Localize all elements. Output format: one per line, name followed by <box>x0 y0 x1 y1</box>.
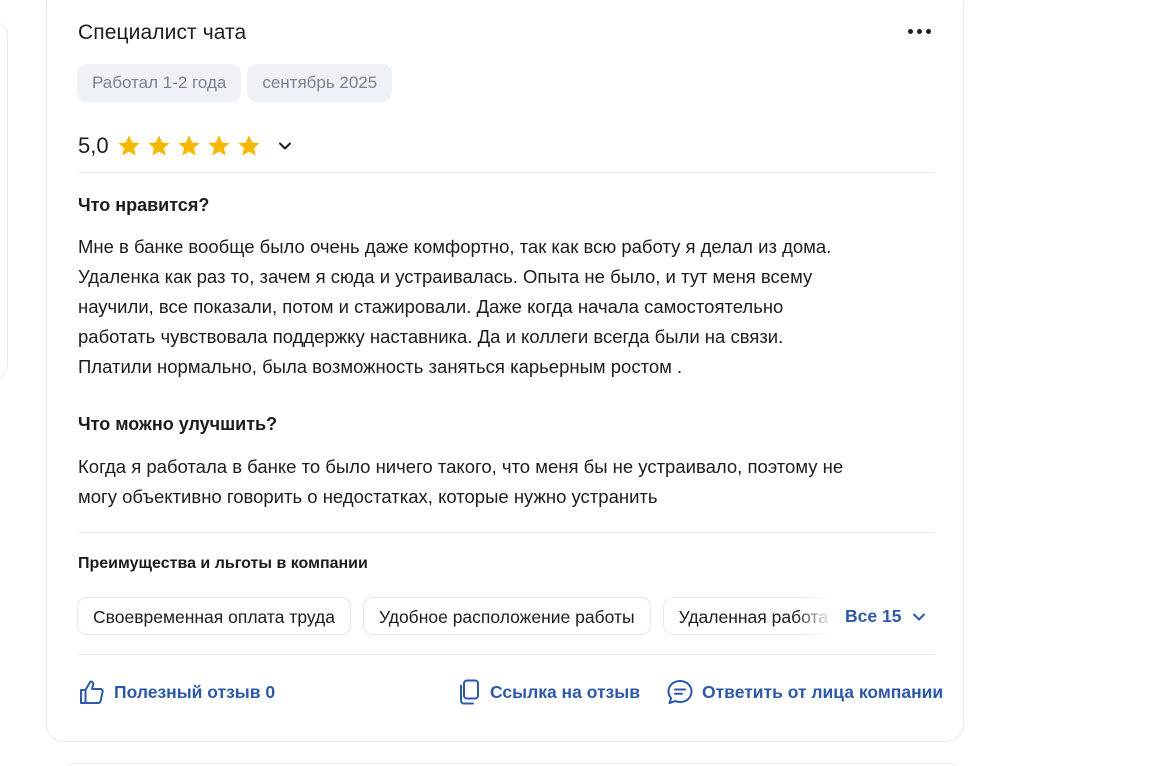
thumbs-up-icon <box>80 680 104 704</box>
text-line: могу объективно говорить о недостатках, … <box>78 486 658 507</box>
benefit-chips: Своевременная оплата труда Удобное распо… <box>77 597 833 635</box>
star-icon <box>237 135 260 156</box>
helpful-review-label: Полезный отзыв 0 <box>114 681 276 702</box>
likes-text: Мне в банке вообще было очень даже комфо… <box>78 232 938 382</box>
review-title: Специалист чата <box>78 21 247 44</box>
text-line: научили, все показали, потом и стажирова… <box>78 296 784 317</box>
rating-details-toggle[interactable] <box>274 135 296 157</box>
copy-review-link-label: Ссылка на отзыв <box>490 681 640 702</box>
text-line: Мне в банке вообще было очень даже комфо… <box>78 236 832 257</box>
text-line: Платили нормально, была возможность заня… <box>78 356 683 377</box>
review-tags: Работал 1-2 года сентябрь 2025 <box>77 64 393 102</box>
rating-value: 5,0 <box>78 133 109 158</box>
star-icon <box>117 135 140 156</box>
page: Специалист чата Работал 1-2 года сентябр… <box>0 0 1168 766</box>
more-options-button[interactable] <box>904 20 934 42</box>
chevron-down-icon <box>278 142 291 150</box>
divider <box>78 532 935 533</box>
reply-as-company-button[interactable]: Ответить от лица компании <box>666 678 943 706</box>
benefit-chip[interactable]: Удаленная работа <box>662 597 833 635</box>
chat-reply-icon <box>667 680 693 704</box>
text-line: Когда я работала в банке то было ничего … <box>78 456 844 477</box>
text-line: Удаленка как раз то, зачем я сюда и устр… <box>78 266 813 287</box>
copy-link-icon <box>460 679 479 705</box>
improve-heading: Что можно улучшить? <box>78 414 278 434</box>
show-all-label: Все 15 <box>845 606 902 626</box>
copy-review-link-button[interactable]: Ссылка на отзыв <box>456 678 640 706</box>
star-icon <box>207 135 230 156</box>
rating-stars <box>116 133 262 159</box>
review-actions: Полезный отзыв 0 Ссылка на отзыв Ответит… <box>78 678 943 706</box>
rating-row: 5,0 <box>78 130 296 162</box>
tag-work-duration: Работал 1-2 года <box>77 64 242 102</box>
previous-card-edge <box>0 22 8 379</box>
chevron-down-icon <box>913 613 926 620</box>
improve-text: Когда я работала в банке то было ничего … <box>78 452 938 512</box>
helpful-review-button[interactable]: Полезный отзыв 0 <box>78 678 275 706</box>
benefits-heading: Преимущества и льготы в компании <box>78 555 368 572</box>
show-all-benefits-button[interactable]: Все 15 <box>845 606 927 627</box>
text-line: работать чувствовала поддержку наставник… <box>78 326 784 347</box>
more-dots-icon <box>907 28 913 34</box>
likes-heading: Что нравится? <box>78 195 210 215</box>
benefit-chip[interactable]: Своевременная оплата труда <box>77 597 351 635</box>
star-icon <box>147 135 170 156</box>
divider <box>78 172 935 173</box>
tag-review-date: сентябрь 2025 <box>247 64 393 102</box>
divider <box>78 654 935 655</box>
benefit-chip[interactable]: Удобное расположение работы <box>362 597 651 635</box>
reply-as-company-label: Ответить от лица компании <box>702 681 944 702</box>
star-icon <box>177 135 200 156</box>
